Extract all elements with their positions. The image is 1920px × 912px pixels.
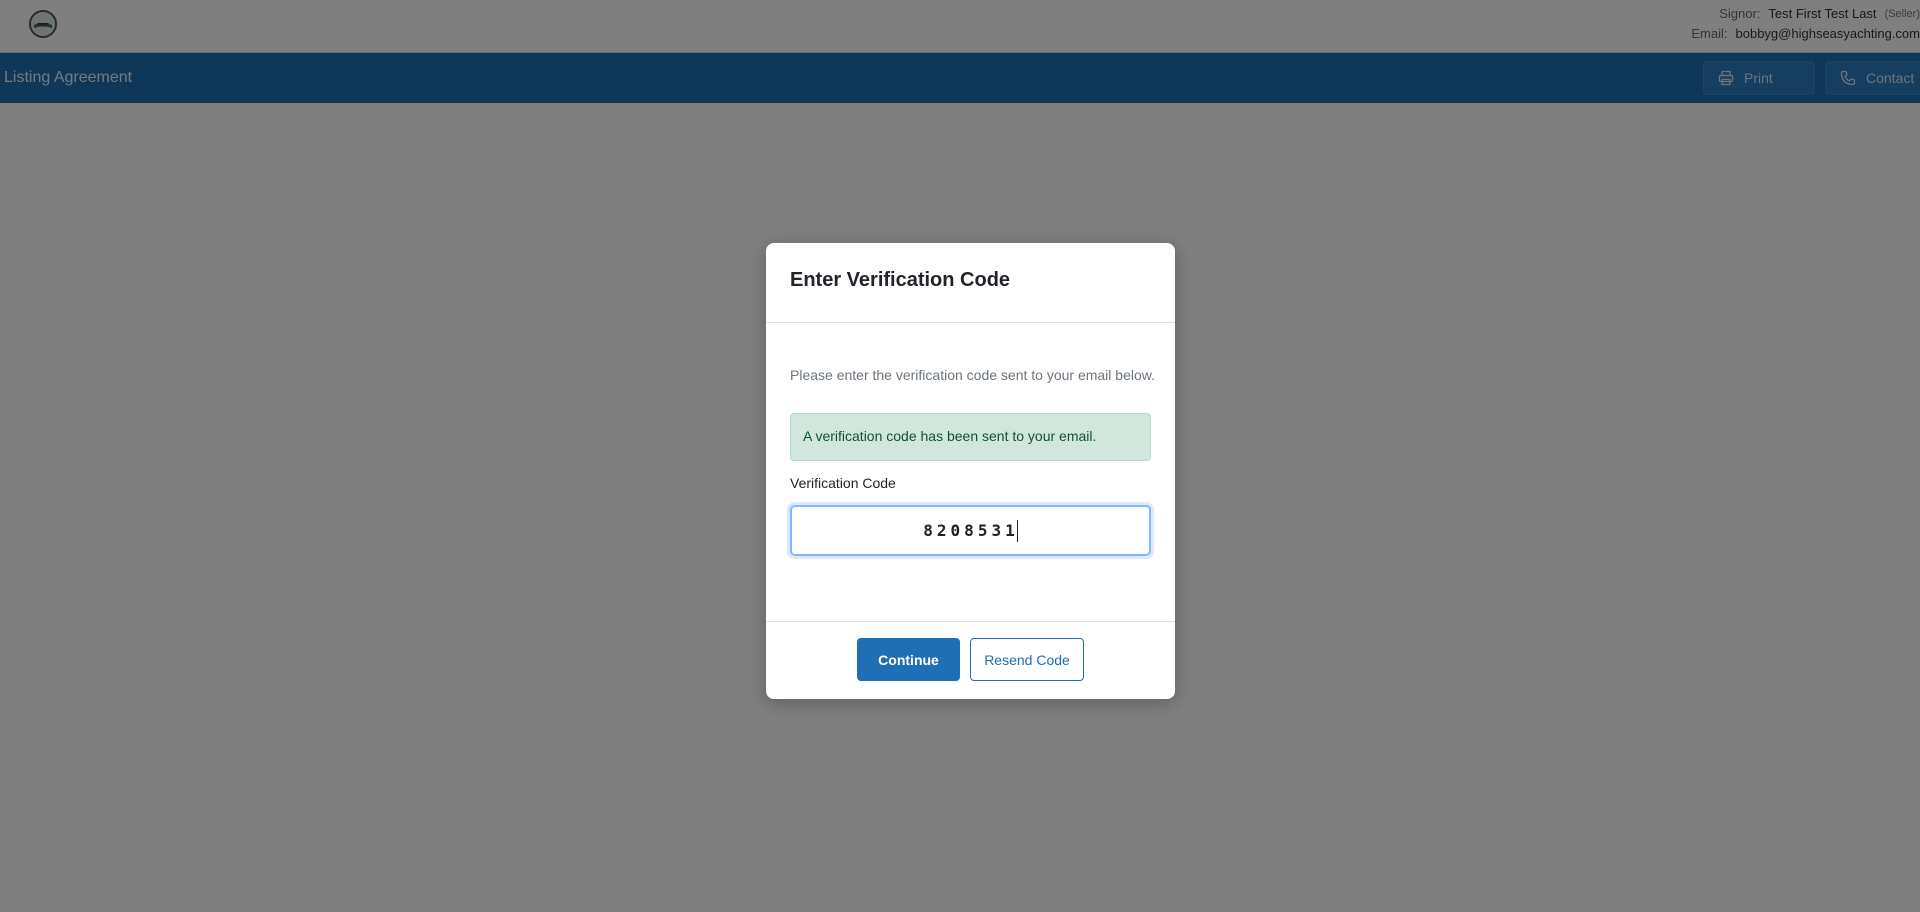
resend-code-button[interactable]: Resend Code bbox=[970, 638, 1084, 681]
verification-code-value: 8208531 bbox=[923, 521, 1019, 540]
modal-header: Enter Verification Code bbox=[766, 243, 1175, 323]
modal-footer: Continue Resend Code bbox=[766, 621, 1175, 699]
continue-button[interactable]: Continue bbox=[857, 638, 960, 681]
verification-code-input[interactable]: 8208531 bbox=[790, 505, 1151, 556]
verification-modal: Enter Verification Code Please enter the… bbox=[766, 243, 1175, 699]
text-caret bbox=[1016, 519, 1018, 542]
modal-title: Enter Verification Code bbox=[790, 269, 1011, 291]
code-sent-alert: A verification code has been sent to you… bbox=[790, 413, 1151, 461]
modal-instructions: Please enter the verification code sent … bbox=[790, 367, 1155, 383]
verification-code-label: Verification Code bbox=[790, 475, 896, 491]
modal-body: Please enter the verification code sent … bbox=[766, 323, 1175, 621]
